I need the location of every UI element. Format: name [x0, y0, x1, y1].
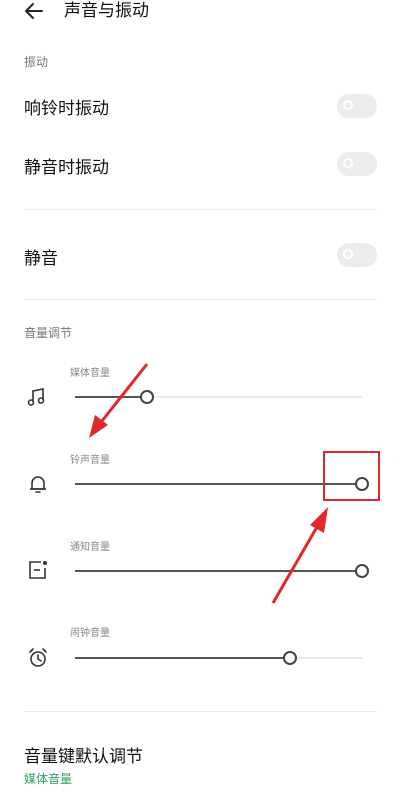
arrow-to-ringtone-thumb	[271, 507, 328, 604]
annotation-arrows	[89, 363, 328, 604]
arrow-to-media-slider	[89, 363, 149, 438]
